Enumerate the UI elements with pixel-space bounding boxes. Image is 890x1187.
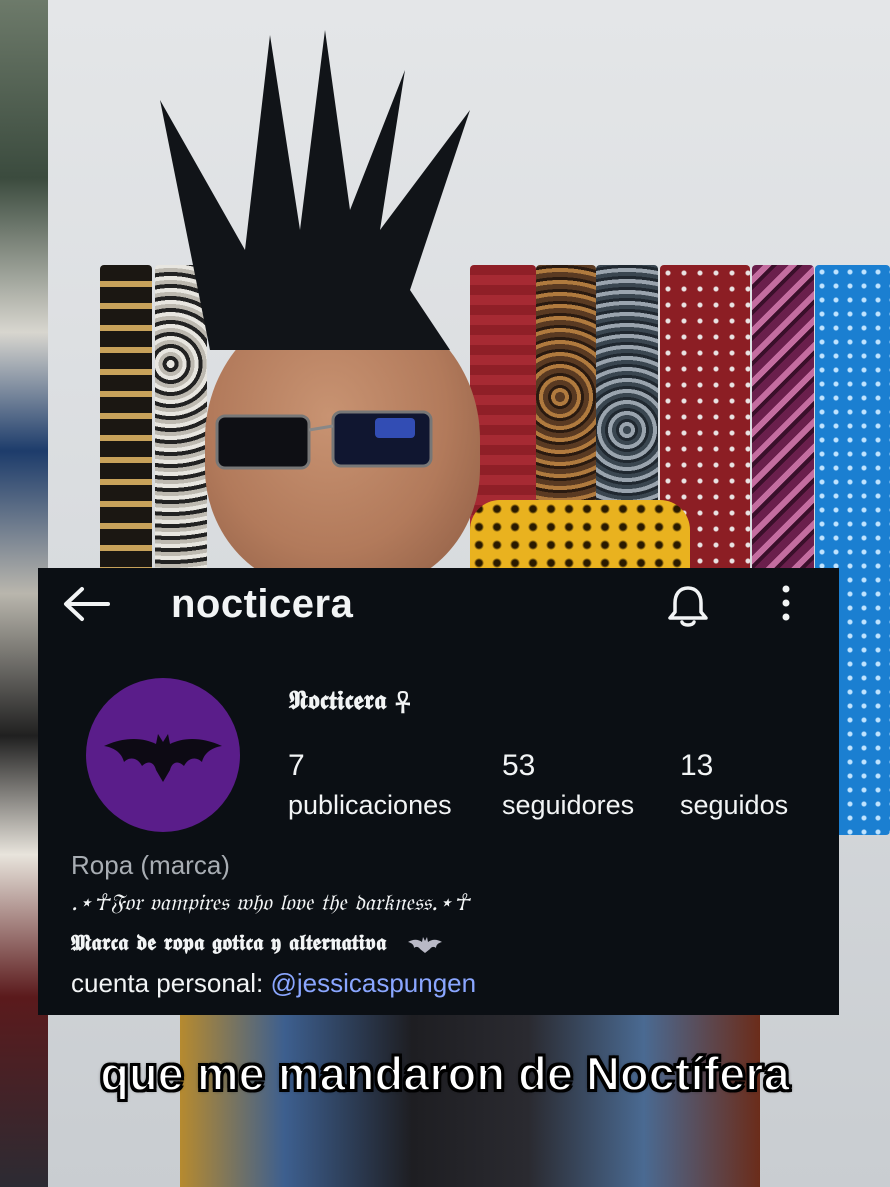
posts-stat[interactable]: 7 publicaciones (288, 748, 452, 824)
spiked-hair (160, 30, 470, 350)
zebra-pink-belt (752, 265, 814, 595)
leopard-shoulder (470, 500, 690, 570)
video-caption: que me mandaron de Noctífera (99, 1046, 791, 1101)
bio-line-2-text: 𝕸𝖆𝖗𝖈𝖆 𝖉𝖊 𝖗𝖔𝖕𝖆 𝖌𝖔𝖙𝖎𝖈𝖆 𝖞 𝖆𝖑𝖙𝖊𝖗𝖓𝖆𝖙𝖎𝖛𝖆 (71, 930, 387, 956)
sunglasses (215, 410, 433, 470)
following-label: seguidos (680, 790, 789, 820)
bio-line-3-prefix: cuenta personal: (71, 968, 271, 998)
followers-stat[interactable]: 53 seguidores (502, 748, 634, 824)
profile-display-name: 𝕹𝖔𝖈𝖙𝖎𝖈𝖊𝖗𝖆 ☥ (288, 686, 411, 716)
profile-category: Ropa (marca) (71, 850, 230, 880)
profile-top-bar: nocticera (38, 568, 839, 640)
profile-card: nocticera 𝕹𝖔𝖈𝖙𝖎𝖈𝖊𝖗𝖆 ☥ 7 publicaciones 53… (38, 568, 839, 1015)
profile-username: nocticera (171, 582, 354, 626)
posts-count: 7 (288, 749, 305, 782)
followers-label: seguidores (502, 790, 635, 820)
more-options-icon[interactable] (775, 584, 797, 624)
posts-label: publicaciones (288, 790, 452, 820)
following-count: 13 (680, 749, 714, 782)
bat-icon (407, 937, 442, 953)
followers-count: 53 (502, 749, 536, 782)
studded-belt (100, 265, 152, 595)
following-stat[interactable]: 13 seguidos (680, 748, 788, 824)
bio-line-1: .⋆☥𝔉𝔬𝔯 𝔳𝔞𝔪𝔭𝔦𝔯𝔢𝔰 𝔴𝔥𝔬 𝔩𝔬𝔳𝔢 𝔱𝔥𝔢 𝔡𝔞𝔯𝔨𝔫𝔢𝔰𝔰.⋆☥ (71, 890, 470, 916)
bat-icon (104, 734, 222, 782)
bio-line-3: cuenta personal: @jessicaspungen (71, 968, 476, 999)
back-arrow-icon[interactable] (62, 586, 112, 622)
personal-account-mention-link[interactable]: @jessicaspungen (270, 968, 476, 998)
bio-line-2: 𝕸𝖆𝖗𝖈𝖆 𝖉𝖊 𝖗𝖔𝖕𝖆 𝖌𝖔𝖙𝖎𝖈𝖆 𝖞 𝖆𝖑𝖙𝖊𝖗𝖓𝖆𝖙𝖎𝖛𝖆 (71, 930, 442, 956)
bell-icon[interactable] (665, 583, 711, 629)
profile-avatar[interactable] (86, 678, 240, 832)
